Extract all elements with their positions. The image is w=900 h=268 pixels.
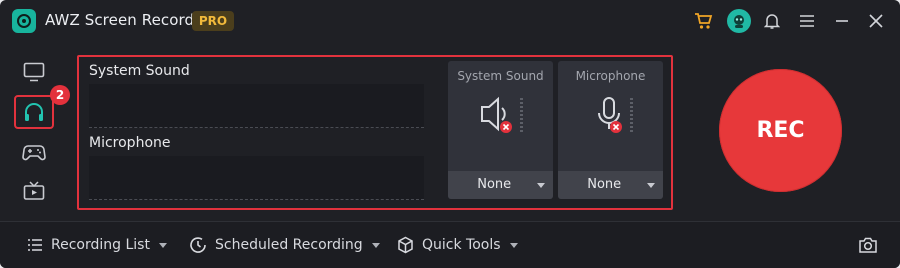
nav-webcam-record[interactable]	[14, 174, 54, 208]
app-window: AWZ Screen Recorder PRO 2 System Sound M…	[0, 0, 900, 268]
minimize-icon[interactable]	[832, 11, 852, 31]
microphone-select[interactable]: None	[558, 171, 663, 199]
chevron-down-icon	[158, 242, 167, 248]
nav-game-record[interactable]	[14, 135, 54, 169]
system-sound-select[interactable]: None	[448, 171, 553, 199]
system-sound-card-title: System Sound	[457, 69, 544, 83]
system-sound-meter	[89, 84, 424, 128]
gamepad-icon	[22, 145, 46, 161]
chevron-down-icon	[371, 242, 380, 248]
user-avatar[interactable]	[727, 9, 751, 33]
system-sound-select-value: None	[477, 177, 512, 192]
microphone-card: Microphone None	[558, 61, 663, 199]
chevron-down-icon	[537, 183, 545, 188]
scheduled-recording-label: Scheduled Recording	[215, 237, 363, 253]
chevron-down-icon	[647, 183, 655, 188]
system-sound-label: System Sound	[89, 63, 190, 79]
nav-screen-record[interactable]	[14, 55, 54, 89]
microphone-meter	[89, 156, 424, 200]
list-icon	[28, 239, 42, 251]
recording-list-label: Recording List	[51, 237, 150, 253]
menu-icon[interactable]	[797, 11, 817, 31]
tv-icon	[23, 181, 45, 200]
speaker-muted-icon[interactable]	[478, 93, 524, 137]
rec-button[interactable]: REC	[719, 69, 842, 192]
chevron-down-icon	[509, 242, 518, 248]
scheduled-recording-menu[interactable]: Scheduled Recording	[189, 234, 380, 256]
microphone-label: Microphone	[89, 135, 171, 151]
clock-icon	[190, 237, 206, 253]
system-sound-card: System Sound None	[448, 61, 553, 199]
quick-tools-label: Quick Tools	[422, 237, 501, 253]
camera-icon	[859, 237, 877, 253]
microphone-card-title: Microphone	[575, 69, 646, 83]
pro-badge[interactable]: PRO	[192, 11, 234, 31]
app-title: AWZ Screen Recorder	[45, 11, 210, 29]
screenshot-button[interactable]	[858, 234, 886, 256]
recording-list-menu[interactable]: Recording List	[27, 234, 167, 256]
cube-icon	[398, 236, 413, 254]
close-icon[interactable]	[866, 11, 886, 31]
monitor-icon	[23, 62, 45, 82]
title-bar: AWZ Screen Recorder PRO	[0, 0, 900, 42]
quick-tools-menu[interactable]: Quick Tools	[397, 234, 518, 256]
bell-icon[interactable]	[762, 11, 782, 31]
nav-notification-badge: 2	[50, 85, 70, 105]
microphone-muted-icon[interactable]	[588, 93, 634, 137]
system-sound-level-bars	[520, 98, 524, 138]
microphone-select-value: None	[587, 177, 622, 192]
nav-audio-record[interactable]	[14, 95, 54, 129]
app-logo-icon	[12, 9, 36, 33]
headphones-icon	[25, 103, 43, 121]
cart-icon[interactable]	[694, 11, 714, 31]
bottom-toolbar: Recording List Scheduled Recording Quick…	[0, 221, 900, 268]
microphone-level-bars	[630, 98, 634, 138]
